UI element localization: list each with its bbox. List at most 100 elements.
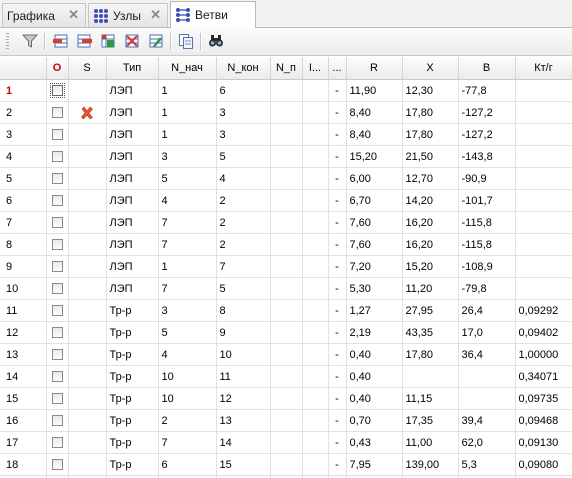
off-cell[interactable] bbox=[46, 167, 69, 190]
x-cell[interactable]: 11,00 bbox=[402, 431, 459, 454]
state-cell[interactable] bbox=[68, 299, 107, 322]
n-p-cell[interactable] bbox=[270, 211, 303, 234]
n-p-cell[interactable] bbox=[270, 343, 303, 366]
kt-cell[interactable]: 0,09735 bbox=[515, 387, 572, 410]
n-p-cell[interactable] bbox=[270, 79, 303, 102]
dash-cell[interactable]: - bbox=[328, 79, 347, 102]
b-cell[interactable] bbox=[458, 387, 516, 410]
x-cell[interactable]: 17,80 bbox=[402, 101, 459, 124]
header-b[interactable]: B bbox=[458, 57, 516, 80]
insert-row-button[interactable] bbox=[98, 31, 118, 51]
x-cell[interactable]: 17,35 bbox=[402, 409, 459, 432]
n-nach-cell[interactable]: 1 bbox=[158, 101, 217, 124]
type-cell[interactable]: ЛЭП bbox=[106, 277, 159, 300]
n-kon-cell[interactable]: 10 bbox=[216, 343, 271, 366]
off-checkbox[interactable] bbox=[51, 371, 63, 383]
i-cell[interactable] bbox=[302, 167, 329, 190]
n-nach-cell[interactable]: 5 bbox=[158, 167, 217, 190]
i-cell[interactable] bbox=[302, 453, 329, 476]
b-cell[interactable]: -79,8 bbox=[458, 277, 516, 300]
n-p-cell[interactable] bbox=[270, 321, 303, 344]
clear-rows-button[interactable] bbox=[122, 31, 142, 51]
add-row-button[interactable] bbox=[50, 31, 70, 51]
header-n-p[interactable]: N_п bbox=[270, 57, 303, 80]
type-cell[interactable]: ЛЭП bbox=[106, 255, 159, 278]
off-checkbox[interactable] bbox=[51, 129, 63, 141]
kt-cell[interactable]: 0,09130 bbox=[515, 431, 572, 454]
x-cell[interactable]: 16,20 bbox=[402, 233, 459, 256]
n-nach-cell[interactable]: 5 bbox=[158, 321, 217, 344]
type-cell[interactable]: ЛЭП bbox=[106, 189, 159, 212]
state-cell[interactable] bbox=[68, 233, 107, 256]
r-cell[interactable]: 0,40 bbox=[346, 365, 403, 388]
header-rownum[interactable] bbox=[0, 57, 47, 80]
r-cell[interactable]: 0,70 bbox=[346, 409, 403, 432]
state-cell[interactable] bbox=[68, 343, 107, 366]
i-cell[interactable] bbox=[302, 255, 329, 278]
dash-cell[interactable]: - bbox=[328, 233, 347, 256]
b-cell[interactable]: -90,9 bbox=[458, 167, 516, 190]
x-cell[interactable]: 139,00 bbox=[402, 453, 459, 476]
dash-cell[interactable]: - bbox=[328, 123, 347, 146]
n-p-cell[interactable] bbox=[270, 189, 303, 212]
i-cell[interactable] bbox=[302, 321, 329, 344]
b-cell[interactable]: -101,7 bbox=[458, 189, 516, 212]
off-checkbox[interactable] bbox=[51, 459, 63, 471]
r-cell[interactable]: 7,20 bbox=[346, 255, 403, 278]
kt-cell[interactable] bbox=[515, 277, 572, 300]
off-checkbox[interactable] bbox=[51, 305, 63, 317]
i-cell[interactable] bbox=[302, 431, 329, 454]
n-nach-cell[interactable]: 3 bbox=[158, 299, 217, 322]
n-nach-cell[interactable]: 7 bbox=[158, 211, 217, 234]
i-cell[interactable] bbox=[302, 79, 329, 102]
n-nach-cell[interactable]: 7 bbox=[158, 277, 217, 300]
header-i[interactable]: I... bbox=[302, 57, 329, 80]
kt-cell[interactable]: 0,09080 bbox=[515, 453, 572, 476]
state-cell[interactable] bbox=[68, 387, 107, 410]
dash-cell[interactable]: - bbox=[328, 387, 347, 410]
off-checkbox[interactable] bbox=[51, 107, 63, 119]
kt-cell[interactable] bbox=[515, 79, 572, 102]
x-cell[interactable]: 17,80 bbox=[402, 123, 459, 146]
b-cell[interactable]: -143,8 bbox=[458, 145, 516, 168]
delete-row-button[interactable] bbox=[74, 31, 94, 51]
state-cell[interactable] bbox=[68, 167, 107, 190]
b-cell[interactable]: -115,8 bbox=[458, 211, 516, 234]
r-cell[interactable]: 6,00 bbox=[346, 167, 403, 190]
n-kon-cell[interactable]: 3 bbox=[216, 123, 271, 146]
kt-cell[interactable]: 0,34071 bbox=[515, 365, 572, 388]
i-cell[interactable] bbox=[302, 233, 329, 256]
n-nach-cell[interactable]: 1 bbox=[158, 123, 217, 146]
close-icon[interactable]: ✕ bbox=[68, 8, 79, 21]
x-cell[interactable]: 21,50 bbox=[402, 145, 459, 168]
type-cell[interactable]: ЛЭП bbox=[106, 101, 159, 124]
i-cell[interactable] bbox=[302, 343, 329, 366]
n-kon-cell[interactable]: 11 bbox=[216, 365, 271, 388]
state-cell[interactable] bbox=[68, 365, 107, 388]
n-nach-cell[interactable]: 4 bbox=[158, 343, 217, 366]
dash-cell[interactable]: - bbox=[328, 189, 347, 212]
i-cell[interactable] bbox=[302, 189, 329, 212]
off-checkbox[interactable] bbox=[49, 83, 65, 99]
kt-cell[interactable] bbox=[515, 167, 572, 190]
off-checkbox[interactable] bbox=[51, 415, 63, 427]
state-cell[interactable] bbox=[68, 79, 107, 102]
type-cell[interactable]: Тр-р bbox=[106, 431, 159, 454]
n-p-cell[interactable] bbox=[270, 299, 303, 322]
state-cell[interactable] bbox=[68, 321, 107, 344]
off-cell[interactable] bbox=[46, 101, 69, 124]
n-kon-cell[interactable]: 2 bbox=[216, 211, 271, 234]
off-cell[interactable] bbox=[46, 321, 69, 344]
b-cell[interactable] bbox=[458, 365, 516, 388]
dash-cell[interactable]: - bbox=[328, 409, 347, 432]
type-cell[interactable]: ЛЭП bbox=[106, 233, 159, 256]
table-row[interactable]: 17 Тр-р 7 14 -0,43 11,00 62,0 0,09130 bbox=[0, 431, 572, 454]
n-nach-cell[interactable]: 6 bbox=[158, 453, 217, 476]
n-p-cell[interactable] bbox=[270, 145, 303, 168]
x-cell[interactable]: 17,80 bbox=[402, 343, 459, 366]
off-checkbox[interactable] bbox=[51, 173, 63, 185]
state-cell[interactable] bbox=[68, 101, 107, 124]
off-cell[interactable] bbox=[46, 431, 69, 454]
state-cell[interactable] bbox=[68, 277, 107, 300]
dash-cell[interactable]: - bbox=[328, 101, 347, 124]
